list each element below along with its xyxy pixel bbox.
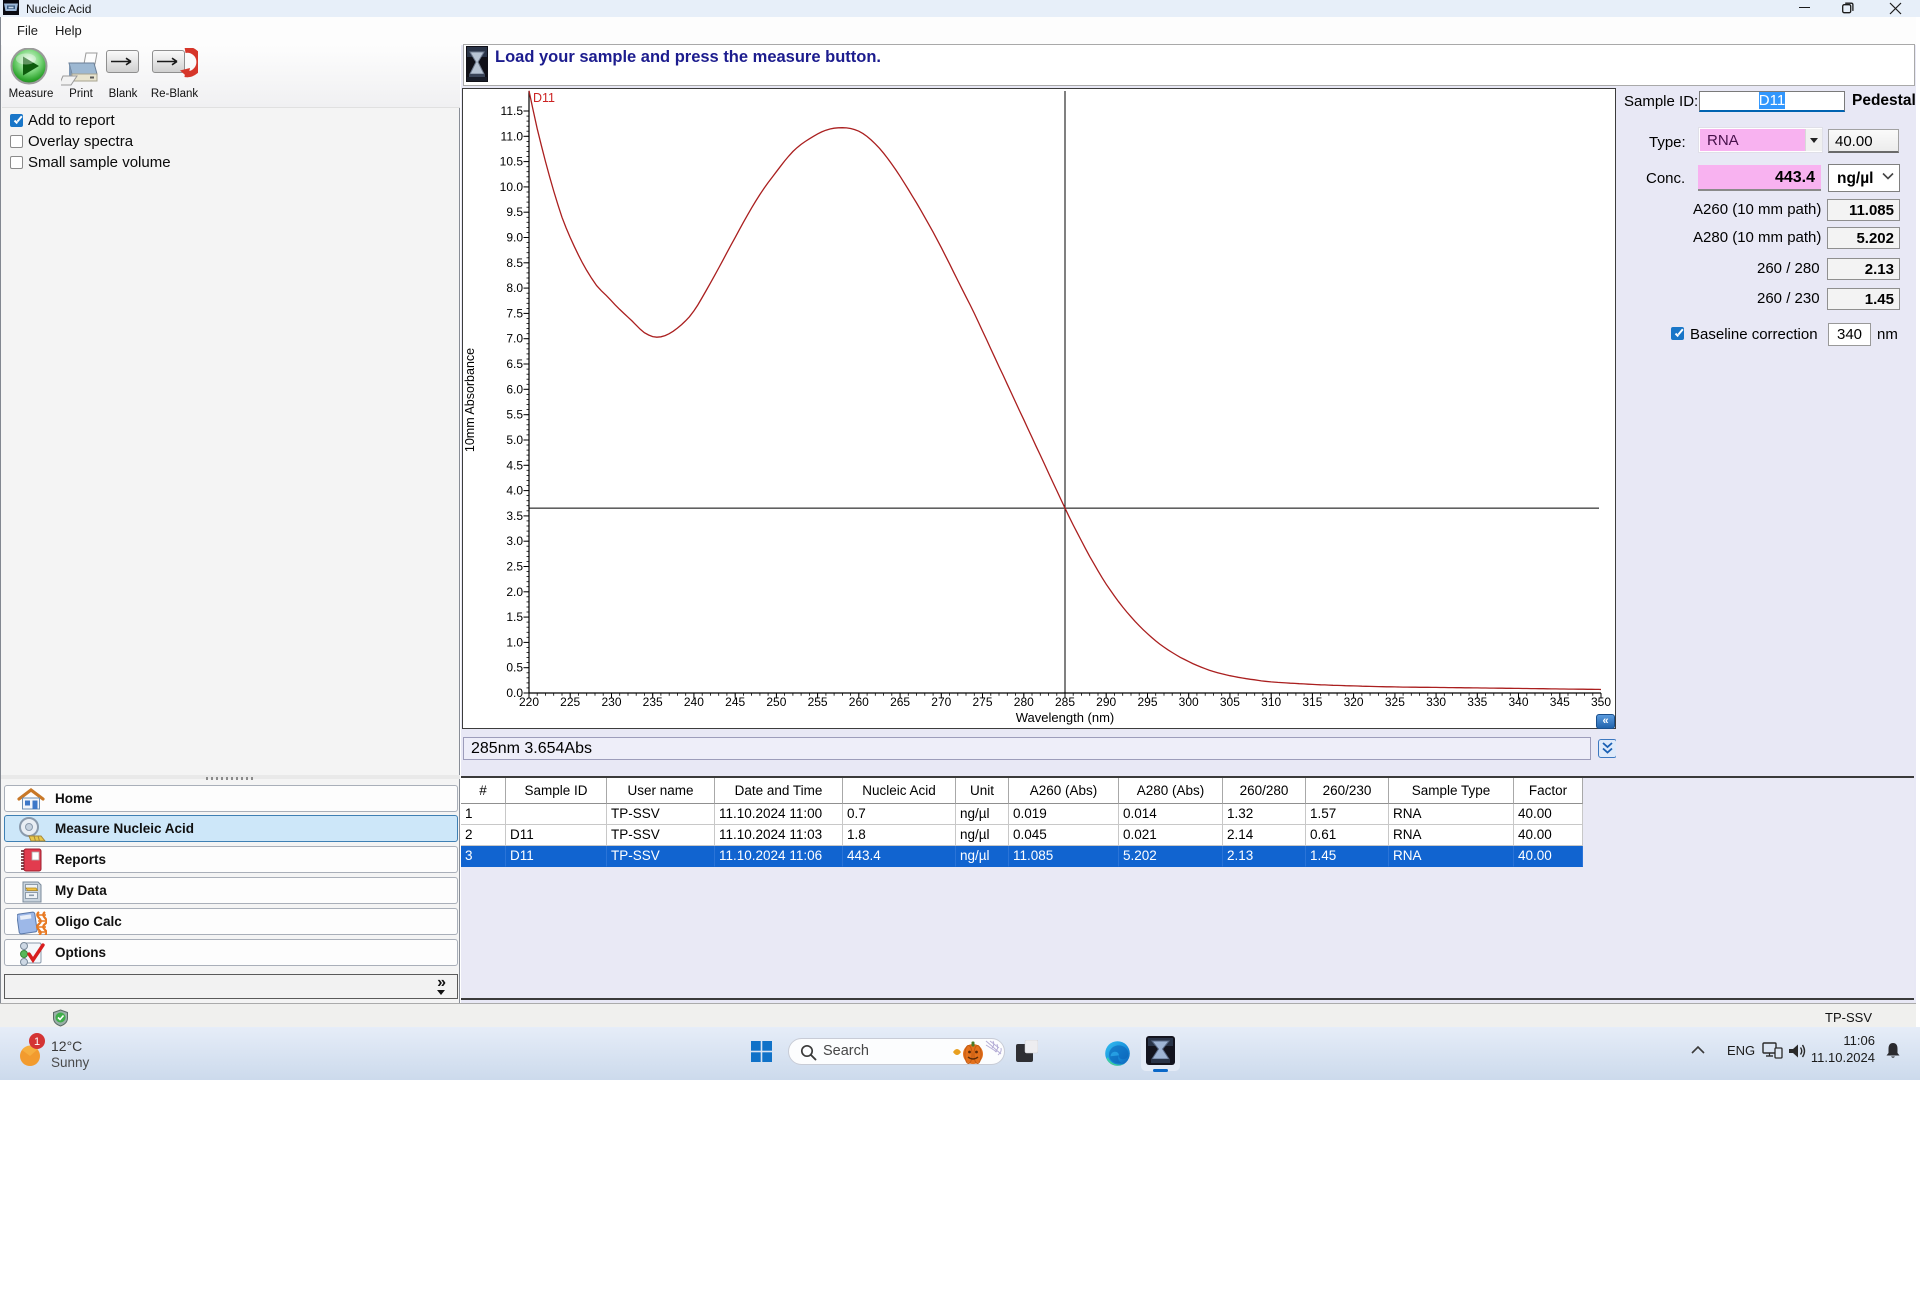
svg-text:10.5: 10.5 bbox=[500, 155, 524, 169]
svg-text:3.5: 3.5 bbox=[506, 509, 523, 523]
svg-text:1: 1 bbox=[34, 1036, 40, 1048]
svg-text:7.0: 7.0 bbox=[506, 332, 523, 346]
svg-text:2.0: 2.0 bbox=[506, 585, 523, 599]
svg-text:D11: D11 bbox=[533, 91, 555, 105]
svg-text:5.0: 5.0 bbox=[506, 433, 523, 447]
svg-text:2.5: 2.5 bbox=[506, 560, 523, 574]
svg-text:10mm Absorbance: 10mm Absorbance bbox=[463, 348, 477, 452]
svg-text:11.0: 11.0 bbox=[501, 129, 524, 143]
svg-text:7.5: 7.5 bbox=[506, 306, 523, 320]
svg-text:11.5: 11.5 bbox=[501, 104, 524, 118]
svg-text:1.0: 1.0 bbox=[506, 635, 523, 649]
svg-text:6.0: 6.0 bbox=[506, 382, 523, 396]
svg-text:8.5: 8.5 bbox=[506, 256, 523, 270]
svg-text:4.5: 4.5 bbox=[506, 458, 523, 472]
svg-text:3.0: 3.0 bbox=[506, 534, 523, 548]
svg-text:6.5: 6.5 bbox=[506, 357, 523, 371]
svg-text:8.0: 8.0 bbox=[506, 281, 523, 295]
svg-text:9.5: 9.5 bbox=[506, 205, 523, 219]
svg-text:10.0: 10.0 bbox=[500, 180, 524, 194]
svg-text:0.5: 0.5 bbox=[506, 661, 523, 675]
svg-text:9.0: 9.0 bbox=[506, 231, 523, 245]
svg-text:1.5: 1.5 bbox=[506, 610, 523, 624]
svg-text:4.0: 4.0 bbox=[506, 484, 523, 498]
svg-text:Wavelength (nm): Wavelength (nm) bbox=[1016, 710, 1115, 725]
svg-text:5.5: 5.5 bbox=[506, 408, 523, 422]
